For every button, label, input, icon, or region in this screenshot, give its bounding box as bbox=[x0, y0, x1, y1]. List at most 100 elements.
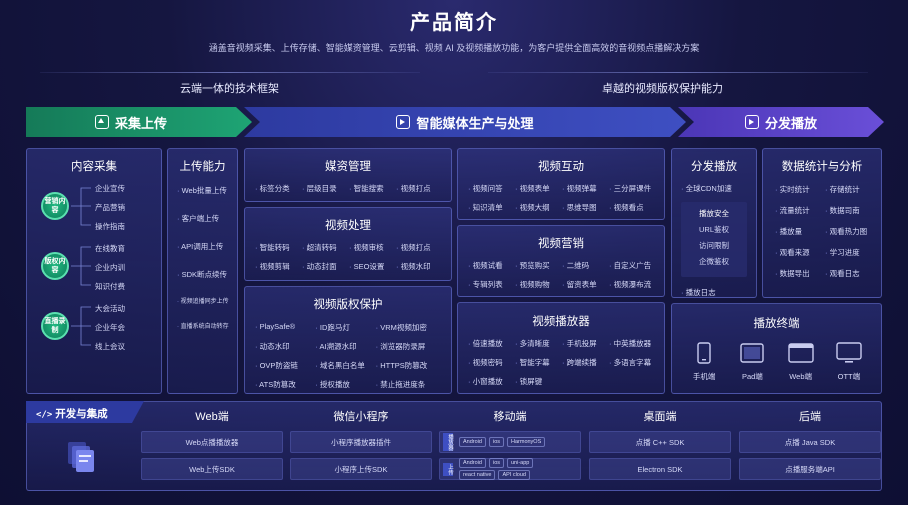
feature-item: 三分屏课件 bbox=[609, 183, 656, 194]
sdk-item[interactable]: Electron SDK bbox=[589, 458, 731, 480]
feature-item: 智能字幕 bbox=[515, 357, 562, 368]
browser-icon bbox=[787, 341, 814, 365]
feature-item: 数据司南 bbox=[825, 205, 875, 216]
devkit-column-title: 后端 bbox=[799, 411, 821, 423]
sdk-item[interactable]: Web上传SDK bbox=[141, 458, 283, 480]
feature-item: 视频瀑布流 bbox=[609, 279, 656, 290]
feature-item: 数据导出 bbox=[775, 268, 825, 279]
platform-tag[interactable]: HarmonyOS bbox=[507, 437, 546, 447]
banner-produce: 智能媒体生产与处理 bbox=[260, 107, 670, 137]
feature-item: 视频水印 bbox=[396, 261, 443, 272]
upload-card: 上传能力 Web批量上传客户端上传 API调用上传 SDK断点续传视频追播同步上传直… bbox=[167, 148, 238, 394]
feature-item: 思维导图 bbox=[562, 202, 609, 213]
feature-item: 层级目录 bbox=[302, 183, 349, 194]
media-mgmt-title: 媒资管理 bbox=[325, 161, 371, 173]
sdk-item[interactable]: 点播服务端API bbox=[739, 458, 881, 480]
feature-item: 播放量 bbox=[775, 226, 825, 237]
feature-item: 授权播放 bbox=[315, 379, 375, 390]
sdk-item[interactable]: 小程序播放器插件 bbox=[290, 431, 432, 453]
feature-item: 中英播放器 bbox=[609, 338, 656, 349]
terminal-item: Pad端 bbox=[730, 341, 774, 382]
upload-item: 直播系统自动转存 bbox=[177, 321, 229, 330]
video-proc-title: 视频处理 bbox=[325, 220, 371, 232]
marketing-title: 视频营销 bbox=[538, 238, 584, 250]
feature-item: 手机投屏 bbox=[562, 338, 609, 349]
mobile-row-label: 上传 bbox=[443, 462, 453, 476]
platform-tag[interactable]: uni-app bbox=[507, 458, 534, 468]
feature-item: 学习进度 bbox=[825, 247, 875, 258]
feature-item: 观看来源 bbox=[775, 247, 825, 258]
capture-item: 大会活动 bbox=[95, 304, 125, 313]
mobile-tags: Android ios HarmonyOS bbox=[459, 437, 575, 447]
tv-icon bbox=[836, 341, 862, 365]
feature-item: 跨端续播 bbox=[562, 357, 609, 368]
platform-tag[interactable]: Android bbox=[459, 458, 486, 468]
distribute-title: 分发播放 bbox=[691, 161, 737, 173]
feature-item: VRM视频加密 bbox=[376, 322, 445, 333]
feature-item: 标签分类 bbox=[255, 183, 302, 194]
sdk-item[interactable]: 点播 Java SDK bbox=[739, 431, 881, 453]
section-heading-copyright: 卓越的视频版权保护能力 bbox=[602, 83, 723, 95]
terminals-card: 播放终端 手机端 Pad端 Web端 OTT端 bbox=[671, 303, 882, 394]
capture-badge: 版权内容 bbox=[41, 252, 69, 280]
devkit-column-title: Web端 bbox=[195, 411, 229, 423]
security-title: 播放安全 bbox=[699, 209, 729, 218]
page-subtitle: 涵盖音视频采集、上传存储、智能媒资管理、云剪辑、视频 AI 及视频播放功能，为客… bbox=[208, 43, 700, 53]
divider-left bbox=[40, 72, 420, 73]
banner-play: 分发播放 bbox=[694, 107, 868, 137]
capture-item: 产品营销 bbox=[95, 203, 125, 212]
player-card: 视频播放器 倍速播放多清晰度手机投屏中英播放器视频密码智能字幕跨端续播多语言字幕… bbox=[457, 302, 665, 394]
feature-item: 超清转码 bbox=[302, 242, 349, 253]
distribute-card: 分发播放 全球CDN加速 播放安全 URL鉴权访问限制企微鉴权 播放日志 bbox=[671, 148, 757, 298]
sdk-item[interactable]: Web点播播放器 bbox=[141, 431, 283, 453]
player-title: 视频播放器 bbox=[532, 316, 590, 328]
tablet-icon bbox=[740, 341, 765, 365]
capture-badge: 直播录制 bbox=[41, 312, 69, 340]
capture-item: 知识付费 bbox=[95, 282, 125, 291]
terminal-item: Web端 bbox=[779, 341, 823, 382]
feature-item: 视频问答 bbox=[468, 183, 515, 194]
mobile-row: 播放器 Android ios HarmonyOS bbox=[439, 431, 581, 453]
play-log-item: 播放日志 bbox=[681, 287, 756, 298]
platform-tag[interactable]: react native bbox=[459, 470, 496, 480]
sdk-item[interactable]: 点播 C++ SDK bbox=[589, 431, 731, 453]
interaction-card: 视频互动 视频问答视频表单视频弹幕三分屏课件知识清单视频大纲思维导图视频看点 bbox=[457, 148, 665, 220]
capture-item: 企业宣传 bbox=[95, 184, 125, 193]
feature-item: 视频剪辑 bbox=[255, 261, 302, 272]
feature-item: 视频打点 bbox=[396, 183, 443, 194]
copyright-title: 视频版权保护 bbox=[313, 299, 383, 311]
upload-item: 视频追播同步上传 bbox=[177, 296, 229, 305]
feature-item: ID跑马灯 bbox=[315, 322, 375, 333]
platform-tag[interactable]: Android bbox=[459, 437, 486, 447]
video-proc-card: 视频处理 智能转码超清转码视频审核视频打点视频剪辑动态封面SEO设置视频水印 bbox=[244, 207, 452, 281]
feature-item: 多清晰度 bbox=[515, 338, 562, 349]
play-box-icon bbox=[744, 115, 759, 129]
code-icon: </> bbox=[36, 410, 53, 420]
capture-item: 企业内训 bbox=[95, 263, 125, 272]
capture-badge: 营销内容 bbox=[41, 192, 69, 220]
mobile-row: 上传 Android ios uni-app react native API cloud bbox=[439, 458, 581, 480]
upload-item: API调用上传 bbox=[177, 241, 229, 252]
platform-tag[interactable]: API cloud bbox=[498, 470, 530, 480]
capture-item: 线上会议 bbox=[95, 342, 125, 351]
feature-item: 动态水印 bbox=[255, 341, 315, 352]
feature-item: 视频购物 bbox=[515, 279, 562, 290]
devkit-title: </> 开发与集成 bbox=[36, 408, 108, 420]
terminal-label: 手机端 bbox=[692, 372, 716, 381]
feature-item: HTTPS防篡改 bbox=[376, 360, 445, 371]
feature-item: 视频试看 bbox=[468, 260, 515, 271]
copyright-card: 视频版权保护 PlaySafe®ID跑马灯VRM视频加密动态水印AI溯源水印浏览… bbox=[244, 286, 452, 394]
terminal-item: OTT端 bbox=[827, 341, 871, 382]
feature-item: ATS防篡改 bbox=[255, 379, 315, 390]
feature-item: 专辑列表 bbox=[468, 279, 515, 290]
mobile-row-label: 播放器 bbox=[443, 432, 453, 452]
platform-tag[interactable]: ios bbox=[488, 458, 504, 468]
sdk-item[interactable]: 小程序上传SDK bbox=[290, 458, 432, 480]
security-item: URL鉴权 bbox=[698, 225, 729, 234]
feature-item: 知识清单 bbox=[468, 202, 515, 213]
feature-item: 智能转码 bbox=[255, 242, 302, 253]
capture-item: 操作指南 bbox=[95, 222, 125, 231]
security-item: 访问限制 bbox=[699, 241, 729, 250]
platform-tag[interactable]: ios bbox=[488, 437, 504, 447]
upload-item: Web批量上传 bbox=[177, 185, 229, 196]
